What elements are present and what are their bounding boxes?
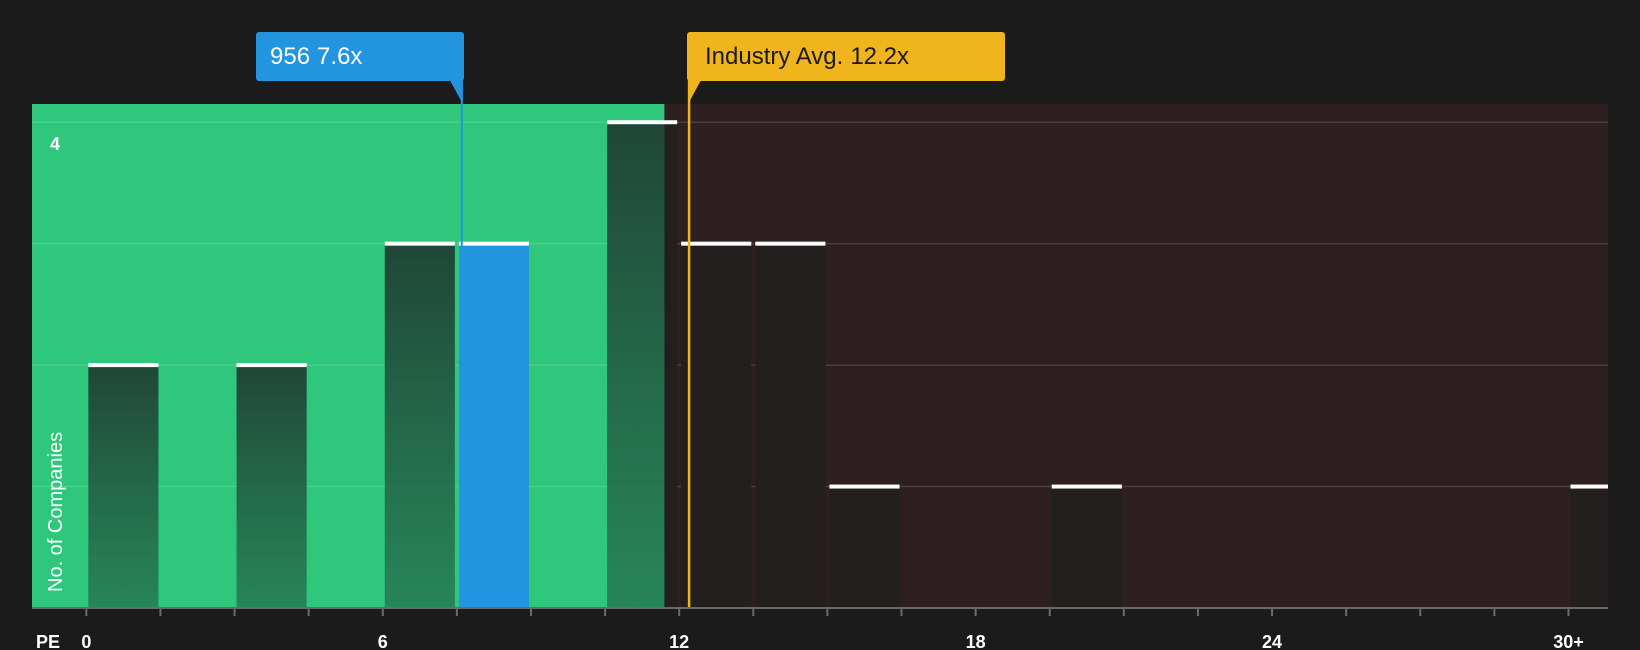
bar-cap: [384, 241, 455, 246]
bar: [458, 243, 529, 608]
bar-cap: [755, 241, 826, 246]
company-pe-callout: 956 7.6x: [256, 32, 464, 81]
bar-cap: [1570, 484, 1608, 489]
bar-cap: [829, 484, 900, 489]
bar: [236, 365, 307, 608]
industry-avg-name: Industry Avg.: [705, 43, 844, 70]
bar-cap: [236, 363, 307, 368]
bar: [384, 243, 455, 608]
x-tick-label: 0: [81, 632, 91, 650]
bar: [681, 243, 752, 608]
bar-cap: [88, 363, 159, 368]
bar: [1051, 486, 1122, 608]
x-tick-label: 24: [1262, 632, 1282, 650]
industry-avg-callout: Industry Avg. 12.2x: [687, 32, 1005, 81]
bar: [829, 486, 900, 608]
x-tick-label: 6: [378, 632, 388, 650]
industry-avg-value: 12.2x: [850, 43, 910, 70]
y-axis-label: No. of Companies: [45, 432, 67, 592]
x-tick-label: 12: [669, 632, 689, 650]
bar-cap: [1051, 484, 1122, 489]
x-axis-label: PE: [36, 632, 60, 650]
x-axis-ticks: [85, 608, 1570, 616]
company-name: 956: [270, 43, 311, 70]
pe-distribution-chart: 4 No. of Companies PE 0 6 12 18 24 30+: [0, 0, 1640, 650]
y-tick-label: 4: [50, 134, 60, 154]
bar: [1570, 486, 1608, 608]
bar: [664, 122, 678, 609]
company-pe-value: 7.6x: [317, 43, 363, 70]
bar: [607, 122, 665, 609]
x-tick-label: 30+: [1553, 632, 1584, 650]
bar: [755, 243, 826, 608]
bar-cap: [681, 241, 752, 246]
bar-cap: [458, 241, 529, 246]
bar: [88, 365, 159, 608]
x-tick-label: 18: [966, 632, 986, 650]
bar-cap: [607, 120, 678, 125]
